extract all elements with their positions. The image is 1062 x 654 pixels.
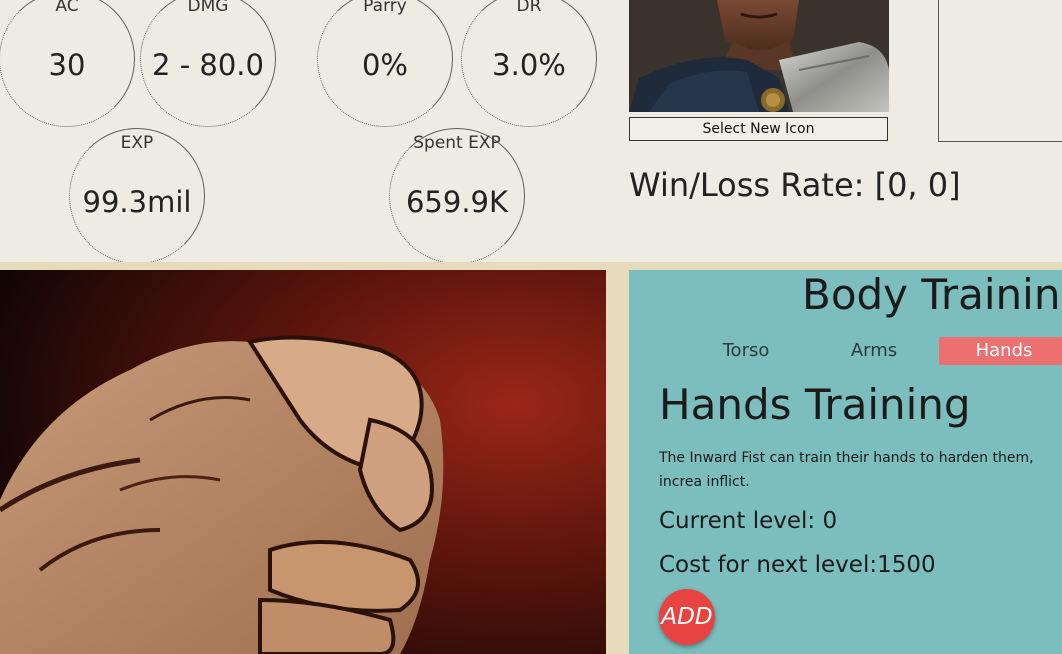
add-button[interactable]: ADD xyxy=(659,589,715,645)
stat-exp-value: 99.3mil xyxy=(82,185,192,219)
stat-dmg-value: 2 - 80.0 xyxy=(152,48,264,82)
character-portrait xyxy=(629,0,889,112)
stat-ac-label: AC xyxy=(55,0,79,16)
stat-spent-exp: Spent EXP 659.9K xyxy=(389,128,525,264)
body-training-panel: Body Training Torso Arms Hands Hands Tra… xyxy=(629,270,1062,654)
section-title: Hands Training xyxy=(659,380,971,429)
stat-dr-label: DR xyxy=(516,0,542,16)
panel-title: Body Training xyxy=(802,270,1062,319)
panel-gap xyxy=(606,270,629,654)
stat-ac-value: 30 xyxy=(48,48,86,82)
stat-exp-label: EXP xyxy=(120,133,154,153)
next-level-cost: Cost for next level:1500 xyxy=(659,552,936,578)
select-new-icon-button[interactable]: Select New Icon xyxy=(629,117,888,141)
tab-torso[interactable]: Torso xyxy=(691,337,801,365)
tab-arms[interactable]: Arms xyxy=(819,337,929,365)
stat-dmg-label: DMG xyxy=(187,0,229,16)
training-description: The Inward Fist can train their hands to… xyxy=(659,450,1034,490)
stat-dr: DR 3.0% xyxy=(461,0,597,127)
stat-dmg: DMG 2 - 80.0 xyxy=(140,0,276,127)
stat-spent-exp-label: Spent EXP xyxy=(413,133,501,153)
stat-dr-value: 3.0% xyxy=(492,48,566,82)
side-panel-box xyxy=(938,0,1062,142)
stat-exp: EXP 99.3mil xyxy=(69,128,205,264)
stat-parry-label: Parry xyxy=(363,0,407,16)
win-loss-rate: Win/Loss Rate: [0, 0] xyxy=(629,166,961,204)
fist-illustration xyxy=(0,270,606,654)
tab-hands[interactable]: Hands xyxy=(939,337,1062,365)
stat-spent-exp-value: 659.9K xyxy=(405,185,509,219)
current-level: Current level: 0 xyxy=(659,508,838,534)
stat-ac: AC 30 xyxy=(0,0,135,127)
stat-parry-value: 0% xyxy=(361,48,408,82)
section-divider xyxy=(0,262,1062,270)
stat-parry: Parry 0% xyxy=(317,0,453,127)
